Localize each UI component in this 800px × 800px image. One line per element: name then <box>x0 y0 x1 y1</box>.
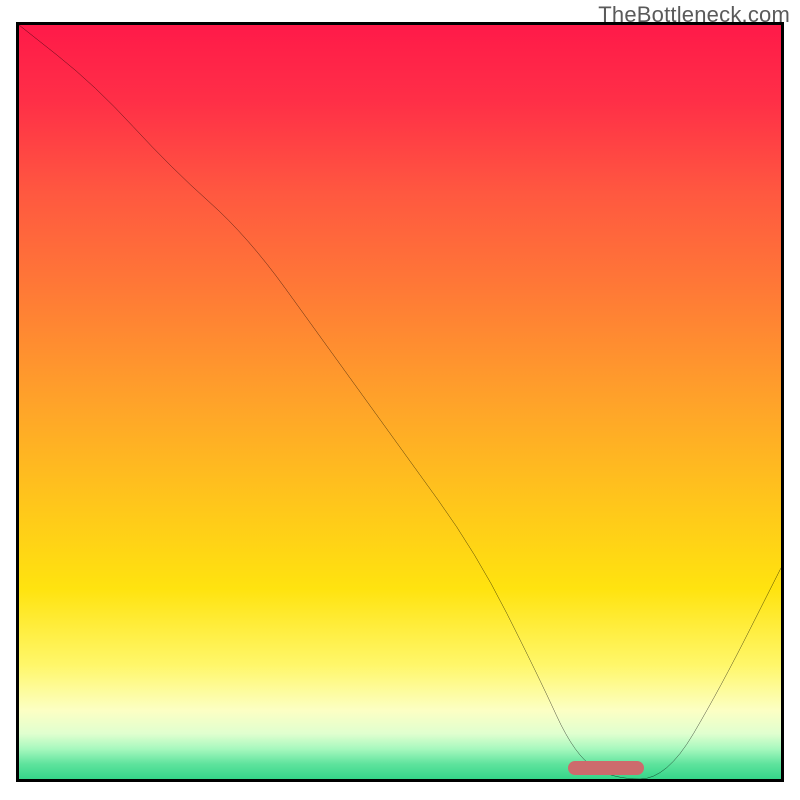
bottleneck-curve <box>19 25 781 779</box>
chart-container: TheBottleneck.com <box>0 0 800 800</box>
plot-frame <box>16 22 784 782</box>
optimal-marker <box>568 761 644 775</box>
source-watermark: TheBottleneck.com <box>598 2 790 28</box>
